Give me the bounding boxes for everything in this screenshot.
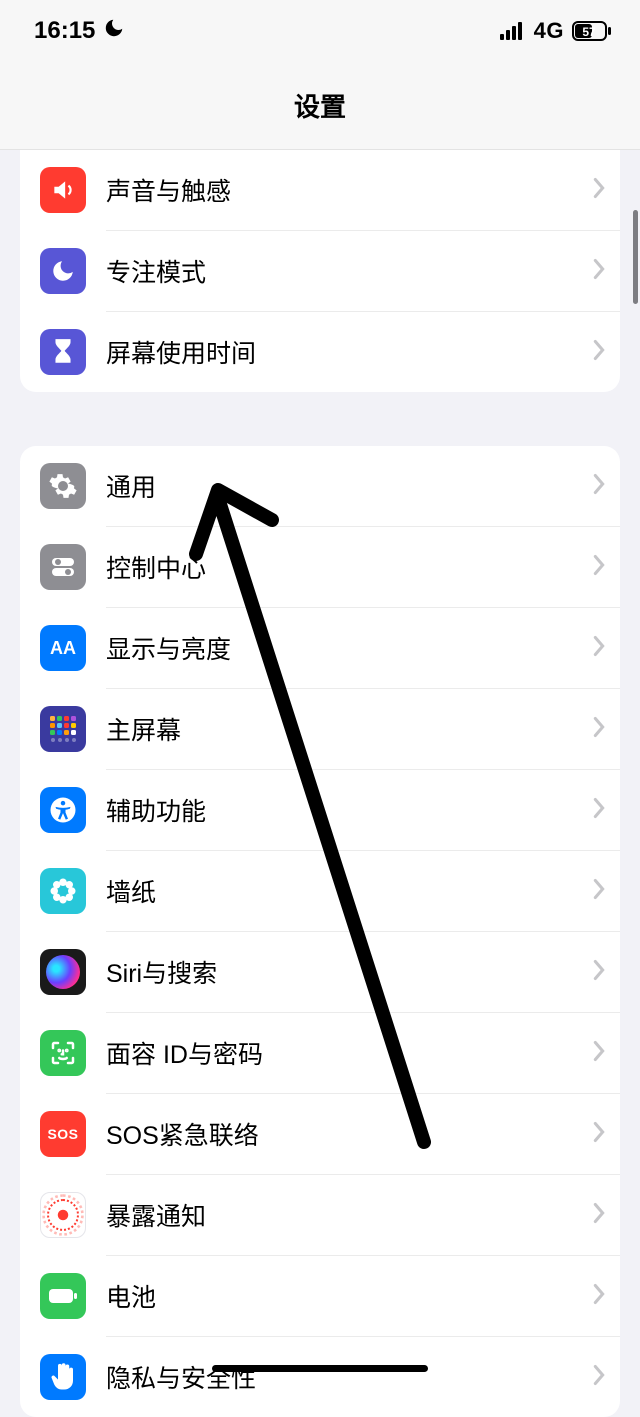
settings-row-faceid[interactable]: 面容 ID与密码 [40,1013,620,1093]
chevron-right-icon [592,1202,606,1229]
nav-header: 设置 [0,62,640,150]
settings-row-sos[interactable]: SOS SOS紧急联络 [40,1094,620,1174]
svg-text:57: 57 [582,25,596,39]
status-bar-right: 4G 57 [500,18,612,44]
settings-row-battery[interactable]: 电池 [40,1256,620,1336]
settings-row-label: 面容 ID与密码 [106,1013,572,1093]
hourglass-icon [40,329,86,375]
hand-icon [40,1354,86,1400]
settings-row-exposure[interactable]: 暴露通知 [40,1175,620,1255]
flower-icon [40,868,86,914]
chevron-right-icon [592,878,606,905]
exposure-icon [40,1192,86,1238]
settings-row-privacy[interactable]: 隐私与安全性 [40,1337,620,1417]
speaker-icon [40,167,86,213]
page-title: 设置 [294,87,346,124]
settings-row-screentime[interactable]: 屏幕使用时间 [40,312,620,392]
toggles-icon [40,544,86,590]
chevron-right-icon [592,177,606,204]
chevron-right-icon [592,1121,606,1148]
chevron-right-icon [592,339,606,366]
settings-row-label: 专注模式 [106,231,572,311]
settings-row-label: 辅助功能 [106,770,572,850]
settings-row-label: 隐私与安全性 [106,1337,572,1417]
battery-icon: 57 [572,21,612,41]
settings-row-label: 屏幕使用时间 [106,312,572,392]
chevron-right-icon [592,258,606,285]
chevron-right-icon [592,959,606,986]
cellular-signal-icon [500,22,526,40]
app-grid-icon [40,706,86,752]
home-indicator[interactable] [212,1365,428,1372]
settings-row-general[interactable]: 通用 [40,446,620,526]
settings-row-siri[interactable]: Siri与搜索 [40,932,620,1012]
text-size-icon: AA [40,625,86,671]
settings-row-label: 通用 [106,446,572,526]
settings-row-label: SOS紧急联络 [106,1094,572,1174]
settings-row-label: 墙纸 [106,851,572,931]
settings-row-label: 显示与亮度 [106,608,572,688]
settings-row-focus[interactable]: 专注模式 [40,231,620,311]
moon-icon [40,248,86,294]
chevron-right-icon [592,1364,606,1391]
settings-row-accessibility[interactable]: 辅助功能 [40,770,620,850]
sos-icon: SOS [40,1111,86,1157]
settings-row-label: Siri与搜索 [106,932,572,1012]
status-bar: 16:15 4G 57 [0,0,640,62]
status-bar-left: 16:15 [34,17,125,45]
network-type: 4G [534,18,564,44]
clock-time: 16:15 [34,17,95,45]
settings-group-1: 声音与触感 专注模式 屏幕使用时间 [20,150,620,392]
settings-row-display[interactable]: AA 显示与亮度 [40,608,620,688]
chevron-right-icon [592,797,606,824]
chevron-right-icon [592,1040,606,1067]
settings-row-label: 控制中心 [106,527,572,607]
settings-row-label: 主屏幕 [106,689,572,769]
chevron-right-icon [592,473,606,500]
siri-icon [40,949,86,995]
chevron-right-icon [592,716,606,743]
settings-row-label: 声音与触感 [106,150,572,230]
settings-group-2: 通用 控制中心 AA 显示与亮度 主屏幕 [20,446,620,1417]
moon-icon [103,17,125,45]
settings-row-home-screen[interactable]: 主屏幕 [40,689,620,769]
chevron-right-icon [592,635,606,662]
chevron-right-icon [592,554,606,581]
settings-row-label: 暴露通知 [106,1175,572,1255]
chevron-right-icon [592,1283,606,1310]
settings-row-label: 电池 [106,1256,572,1336]
settings-row-control-center[interactable]: 控制中心 [40,527,620,607]
accessibility-icon [40,787,86,833]
settings-row-wallpaper[interactable]: 墙纸 [40,851,620,931]
gear-icon [40,463,86,509]
face-id-icon [40,1030,86,1076]
settings-row-sound[interactable]: 声音与触感 [40,150,620,230]
battery-icon [40,1273,86,1319]
scrollbar[interactable] [633,210,638,304]
